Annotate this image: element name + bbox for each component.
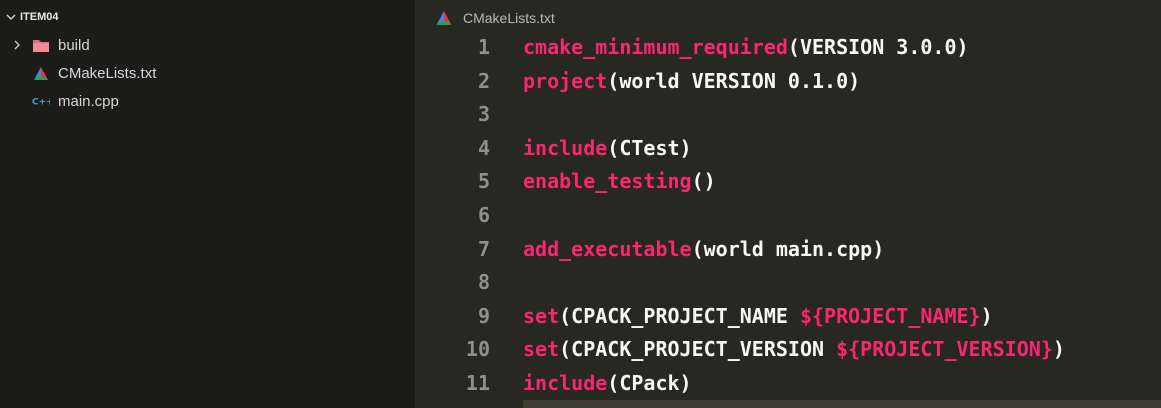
- line-number: 5: [477, 169, 490, 194]
- line-number: 4: [477, 135, 490, 160]
- cmake-icon: [436, 10, 452, 25]
- line-number: 1: [477, 35, 490, 59]
- command-args: ): [980, 303, 993, 328]
- line-number: 11: [465, 370, 490, 395]
- command-name: set: [523, 337, 560, 362]
- command-args: (VERSION 3.0.0): [787, 35, 969, 59]
- command-name: enable_testing: [523, 169, 692, 194]
- editor: CMakeLists.txt 1 2 3 4 5 6 7 8 9 10 11 c…: [415, 0, 1161, 408]
- command-name: include: [523, 370, 608, 395]
- chevron-right-icon[interactable]: [10, 38, 24, 52]
- tree-item-label: main.cpp: [58, 92, 119, 110]
- code-line[interactable]: set(CPACK_PROJECT_VERSION ${PROJECT_VERS…: [523, 333, 1161, 367]
- command-name: add_executable: [523, 236, 692, 261]
- line-number: 6: [477, 202, 490, 227]
- command-name: include: [523, 135, 608, 160]
- command-args: ): [1052, 337, 1065, 362]
- command-args: (CTest): [607, 135, 692, 160]
- command-args: (CPACK_PROJECT_NAME: [559, 303, 800, 328]
- tab-label: CMakeLists.txt: [463, 9, 555, 26]
- command-args: (CPack): [607, 370, 692, 395]
- command-args: (world VERSION 0.1.0): [607, 68, 861, 93]
- line-number: 3: [477, 102, 490, 127]
- code-line[interactable]: project(world VERSION 0.1.0): [523, 65, 1161, 99]
- command-name: cmake_minimum_required: [523, 35, 788, 59]
- variable-reference: ${PROJECT_NAME}: [799, 303, 981, 328]
- command-args: (CPACK_PROJECT_VERSION: [559, 337, 837, 362]
- line-number: 9: [477, 303, 490, 328]
- cmake-icon: [32, 65, 50, 81]
- code-line[interactable]: set(CPACK_PROJECT_NAME ${PROJECT_NAME}): [523, 300, 1161, 334]
- folder-icon: [32, 37, 50, 53]
- tab-cmakelists[interactable]: CMakeLists.txt: [435, 0, 555, 35]
- command-name: set: [523, 303, 560, 328]
- code-line[interactable]: [523, 266, 1161, 300]
- tab-bar: CMakeLists.txt: [415, 0, 1161, 35]
- folder-name: ITEM04: [20, 10, 59, 23]
- code-line[interactable]: include(CTest): [523, 132, 1161, 166]
- file-tree: build CMakeLists.txt C++ main.cpp: [0, 31, 415, 115]
- code-line[interactable]: [523, 199, 1161, 233]
- code-line[interactable]: cmake_minimum_required(VERSION 3.0.0): [523, 31, 1161, 65]
- code-line[interactable]: enable_testing(): [523, 165, 1161, 199]
- tree-item-build[interactable]: build: [0, 31, 415, 59]
- line-number: 7: [477, 236, 490, 261]
- svg-text:C++: C++: [32, 98, 50, 107]
- line-number: 8: [477, 270, 490, 295]
- explorer-sidebar: ITEM04 build CMakeLists.txt C+ main.cpp: [0, 0, 415, 408]
- code-line[interactable]: [523, 98, 1161, 132]
- code-line[interactable]: include(CPack): [523, 367, 1161, 401]
- cpp-icon: C++: [32, 93, 50, 109]
- command-name: project: [523, 68, 608, 93]
- tree-item-label: build: [58, 36, 90, 54]
- command-args: (world main.cpp): [691, 236, 885, 261]
- current-line-highlight: [523, 400, 1161, 408]
- explorer-folder-header[interactable]: ITEM04: [0, 3, 415, 30]
- line-number: 10: [465, 337, 490, 362]
- code-line[interactable]: add_executable(world main.cpp): [523, 233, 1161, 267]
- tree-item-main-cpp[interactable]: C++ main.cpp: [0, 87, 415, 115]
- command-args: (): [691, 169, 716, 194]
- line-number-gutter: 1 2 3 4 5 6 7 8 9 10 11: [415, 31, 507, 401]
- variable-reference: ${PROJECT_VERSION}: [836, 337, 1053, 362]
- tree-item-cmakelists[interactable]: CMakeLists.txt: [0, 59, 415, 87]
- line-number: 2: [477, 68, 490, 93]
- chevron-down-icon[interactable]: [4, 10, 18, 24]
- tree-item-label: CMakeLists.txt: [58, 64, 157, 82]
- code-area[interactable]: cmake_minimum_required(VERSION 3.0.0) pr…: [523, 31, 1161, 401]
